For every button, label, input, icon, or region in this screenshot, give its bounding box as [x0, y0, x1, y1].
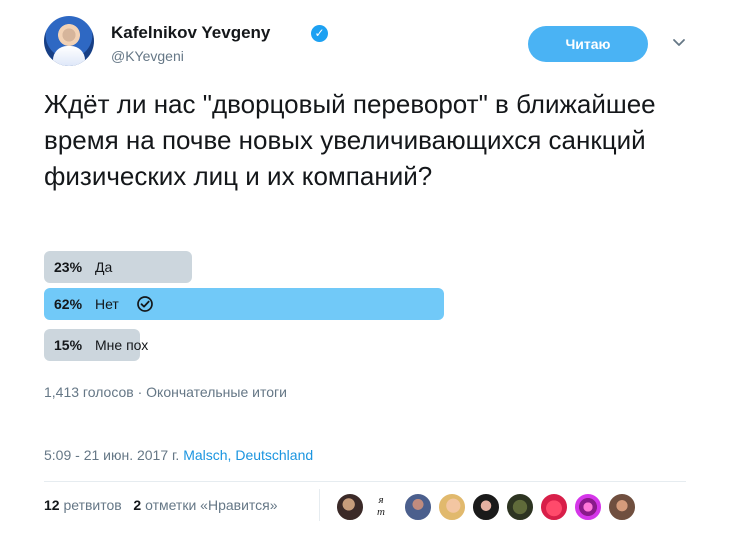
author-name[interactable]: Kafelnikov Yevgeny: [111, 23, 270, 43]
author-handle[interactable]: @KYevgeni: [111, 48, 184, 64]
liker-avatar[interactable]: [336, 493, 364, 521]
divider: [319, 489, 320, 521]
liker-avatar[interactable]: [472, 493, 500, 521]
liker-avatar[interactable]: [438, 493, 466, 521]
poll-option-dont-care: 15% Мне пох: [44, 329, 444, 361]
poll-percent: 62%: [54, 296, 83, 312]
poll-percent: 15%: [54, 337, 83, 353]
poll-option-no: 62% Нет: [44, 288, 444, 320]
liker-avatar[interactable]: [404, 493, 432, 521]
tweet-location[interactable]: Malsch, Deutschland: [183, 447, 313, 463]
poll-votes: 1,413 голосов: [44, 384, 134, 400]
follow-button[interactable]: Читаю: [528, 26, 648, 62]
retweet-label[interactable]: ретвитов: [63, 497, 121, 513]
verified-badge-icon: ✓: [311, 25, 328, 42]
tweet-time[interactable]: 5:09 - 21 июн. 2017 г.: [44, 447, 179, 463]
tweet-question: Ждёт ли нас "дворцовый переворот" в ближ…: [44, 89, 656, 191]
poll-separator: ·: [137, 384, 143, 400]
author-avatar[interactable]: [44, 16, 94, 66]
poll-summary: 1,413 голосов · Окончательные итоги: [44, 384, 287, 400]
poll-label: Да: [95, 259, 113, 275]
like-label[interactable]: отметки «Нравится»: [145, 497, 277, 513]
poll-label: Мне пох: [95, 337, 149, 353]
liker-avatar[interactable]: [574, 493, 602, 521]
poll-option-yes: 23% Да: [44, 251, 444, 283]
tweet-timestamp: 5:09 - 21 июн. 2017 г. Malsch, Deutschla…: [44, 447, 313, 463]
liker-avatar-text[interactable]: я m: [370, 494, 392, 520]
chevron-down-icon[interactable]: [668, 31, 690, 53]
divider: [44, 481, 686, 482]
retweet-count[interactable]: 12: [44, 497, 60, 513]
likers-avatars: я m: [336, 493, 636, 523]
liker-avatar[interactable]: [506, 493, 534, 521]
poll-percent: 23%: [54, 259, 83, 275]
poll-status: Окончательные итоги: [146, 384, 287, 400]
liker-avatar[interactable]: [540, 493, 568, 521]
like-count[interactable]: 2: [133, 497, 141, 513]
tweet-header: Kafelnikov Yevgeny ✓ @KYevgeni Читаю: [44, 14, 694, 78]
poll-label: Нет: [95, 296, 119, 312]
check-circle-icon: [137, 296, 153, 312]
liker-avatar[interactable]: [608, 493, 636, 521]
tweet-stats: 12 ретвитов 2 отметки «Нравится»: [44, 497, 278, 513]
